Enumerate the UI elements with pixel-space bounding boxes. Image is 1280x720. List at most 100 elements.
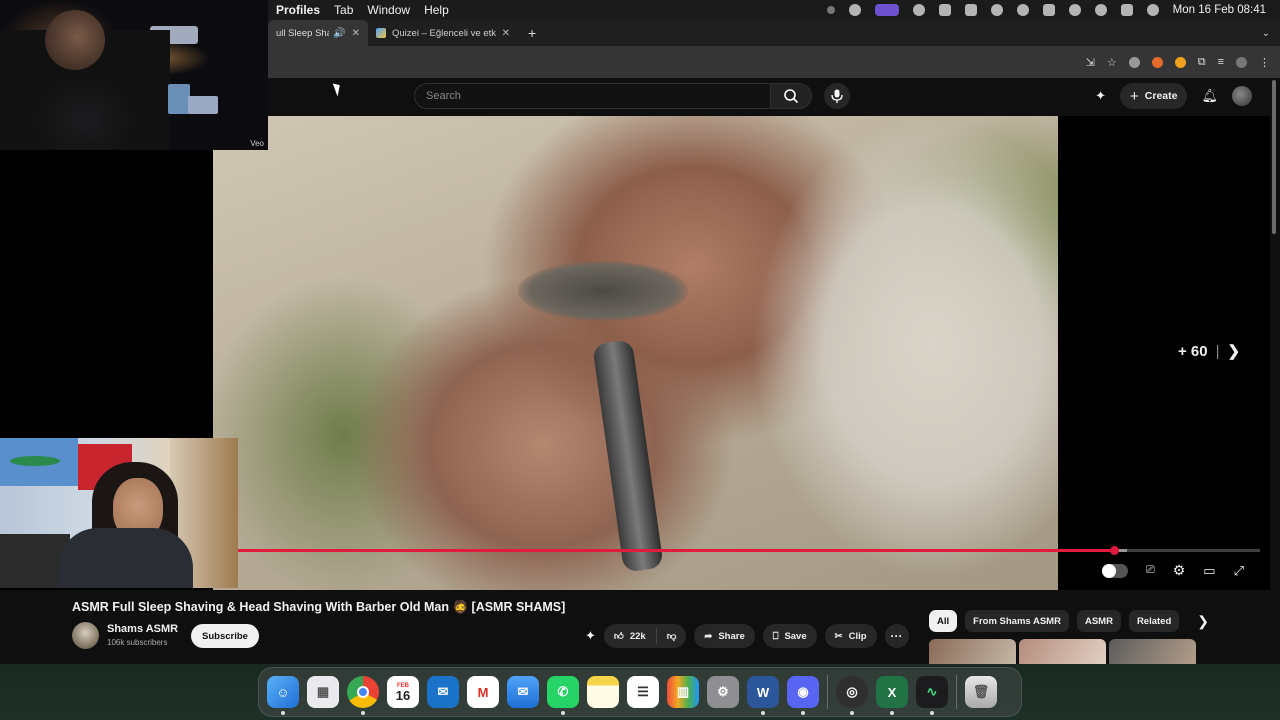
extensions-puzzle-icon[interactable]: ⧉: [1198, 56, 1206, 69]
progress-bar[interactable]: [238, 546, 1260, 555]
menu-help[interactable]: Help: [424, 3, 449, 17]
new-tab-icon[interactable]: +: [528, 25, 536, 41]
close-tab-icon[interactable]: ✕: [352, 28, 360, 39]
channel-name[interactable]: Shams ASMR: [107, 623, 178, 635]
gmail-icon[interactable]: M: [467, 676, 499, 708]
finder-icon[interactable]: ☺: [267, 676, 299, 715]
subtitles-icon[interactable]: ⎚: [1146, 564, 1155, 577]
spotlight-search-icon[interactable]: [1094, 4, 1107, 16]
headphones-icon[interactable]: [1016, 4, 1029, 16]
veo-badge: Veo: [250, 139, 264, 148]
siri-icon[interactable]: [1146, 4, 1159, 16]
scrollbar-thumb[interactable]: [1272, 80, 1276, 234]
extension-icon[interactable]: [1174, 56, 1186, 68]
notifications-bell-icon[interactable]: 🔔︎: [1201, 88, 1218, 104]
tab-quizei[interactable]: Quizei – Eğlenceli ve etkileşim ✕: [368, 20, 518, 46]
screen-record-icon[interactable]: [874, 4, 899, 16]
play-icon[interactable]: [990, 4, 1003, 16]
flag-decoration: [0, 438, 78, 486]
related-video-thumbnail[interactable]: [929, 639, 1016, 664]
related-video-thumbnail[interactable]: [1019, 639, 1106, 664]
mail-icon[interactable]: ✉: [507, 676, 539, 708]
reminders-icon[interactable]: ☰: [627, 676, 659, 708]
notes-icon[interactable]: [587, 676, 619, 708]
account-avatar[interactable]: [1232, 86, 1252, 106]
subscribe-button[interactable]: Subscribe: [191, 624, 259, 648]
voice-search-button[interactable]: [824, 83, 850, 109]
share-button[interactable]: ➦ Share: [694, 624, 755, 648]
video-frame[interactable]: [213, 116, 1058, 590]
settings-icon[interactable]: ⚙: [707, 676, 739, 708]
page-scrollbar[interactable]: [1271, 80, 1277, 664]
save-label: Save: [784, 630, 807, 642]
app-menu: Profiles Tab Window Help: [276, 3, 449, 17]
plus-icon: +: [1130, 87, 1139, 105]
share-arrow-icon: ➦: [704, 630, 713, 642]
scrubber-knob[interactable]: [1109, 546, 1119, 555]
extension-icon[interactable]: [1128, 56, 1140, 68]
extension-icon[interactable]: [1151, 56, 1163, 68]
like-button[interactable]: 👍︎ 22k: [604, 628, 657, 644]
chip-asmr[interactable]: ASMR: [1076, 610, 1121, 632]
trash-icon[interactable]: 🗑︎: [965, 676, 997, 708]
search-button[interactable]: [770, 83, 812, 109]
calendar-icon[interactable]: FEB 16: [387, 676, 419, 708]
menu-clock[interactable]: Mon 16 Feb 08:41: [1173, 4, 1266, 16]
close-tab-icon[interactable]: ✕: [502, 28, 510, 39]
related-thumbnails: [929, 639, 1196, 664]
cloud-icon[interactable]: [964, 4, 977, 16]
obs-icon[interactable]: ◎: [836, 676, 868, 715]
webcam-overlay-driver: Veo: [0, 0, 268, 150]
create-button[interactable]: + Create: [1120, 83, 1188, 109]
related-video-thumbnail[interactable]: [1109, 639, 1196, 664]
chip-related[interactable]: Related: [1128, 610, 1180, 632]
spotify-icon[interactable]: [912, 4, 925, 16]
excel-icon[interactable]: X: [876, 676, 908, 715]
battery-icon[interactable]: [1042, 4, 1055, 16]
chip-from-channel[interactable]: From Shams ASMR: [965, 610, 1069, 632]
menu-window[interactable]: Window: [367, 3, 410, 17]
activity-monitor-icon[interactable]: ∿: [916, 676, 948, 715]
search-input[interactable]: Search: [414, 83, 771, 109]
chevron-right-icon[interactable]: ❯: [1197, 613, 1209, 630]
pen-icon[interactable]: [938, 4, 951, 16]
bookmark-star-icon[interactable]: ☆: [1107, 56, 1117, 69]
status-dot-icon[interactable]: [826, 6, 835, 14]
save-button[interactable]: ⎕ Save: [762, 624, 817, 648]
control-center-icon[interactable]: [1120, 4, 1133, 16]
more-actions-button[interactable]: ···: [884, 624, 909, 648]
fullscreen-icon[interactable]: ⤢: [1234, 563, 1244, 579]
tab-search-chevron-icon[interactable]: ⌄: [1262, 28, 1270, 39]
car-screen: [168, 84, 190, 114]
speaker-icon[interactable]: 🔊: [333, 28, 345, 39]
channel-avatar[interactable]: [72, 622, 99, 649]
bookmark-icon: ⎕: [772, 630, 779, 642]
tab-youtube[interactable]: ull Sleep Shaving 🔊 ✕: [268, 20, 368, 46]
chip-all[interactable]: All: [929, 610, 958, 632]
menu-profiles[interactable]: Profiles: [276, 3, 320, 17]
browser-menu-icon[interactable]: ⋮: [1259, 56, 1270, 69]
ask-sparkle-icon[interactable]: ✦: [585, 628, 596, 644]
launchpad-icon[interactable]: ▦: [307, 676, 339, 708]
discord-icon[interactable]: ◉: [787, 676, 819, 715]
word-icon[interactable]: W: [747, 676, 779, 715]
gemini-sparkle-icon[interactable]: ✦: [1095, 88, 1106, 104]
books-icon[interactable]: ▥: [667, 676, 699, 708]
menu-tab[interactable]: Tab: [334, 3, 353, 17]
chrome-icon[interactable]: [347, 676, 379, 715]
outlook-icon[interactable]: ✉: [427, 676, 459, 708]
ellipsis-icon: ···: [890, 629, 903, 643]
extension-status-icon[interactable]: [848, 4, 861, 16]
whatsapp-icon[interactable]: ✆: [547, 676, 579, 715]
install-app-icon[interactable]: ⇲: [1086, 56, 1095, 69]
media-controls-icon[interactable]: ≡: [1218, 56, 1224, 68]
clip-button[interactable]: ✂ Clip: [824, 624, 877, 648]
theater-mode-icon[interactable]: ▭: [1203, 563, 1215, 579]
settings-gear-icon[interactable]: ⚙: [1173, 562, 1186, 579]
flag-emblem: [10, 456, 60, 466]
wifi-icon[interactable]: [1068, 4, 1081, 16]
dislike-button[interactable]: 👎︎: [657, 630, 687, 642]
autoplay-toggle[interactable]: [1101, 563, 1128, 578]
skip-forward-button[interactable]: + 60 | ❯: [1178, 342, 1240, 361]
profile-icon[interactable]: [1236, 56, 1247, 68]
